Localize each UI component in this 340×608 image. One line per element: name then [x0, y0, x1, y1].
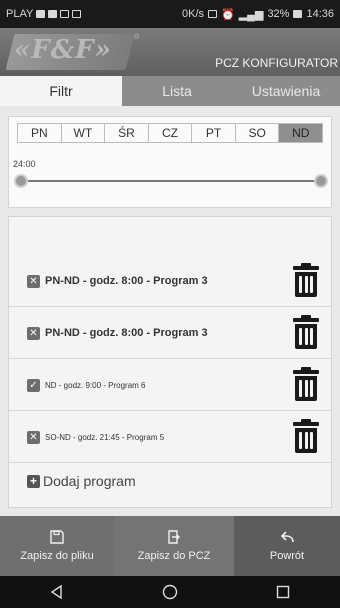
time-slider-track[interactable] — [21, 180, 321, 182]
program-row[interactable]: ✓ ND - godz. 9:00 - Program 6 — [9, 359, 331, 411]
save-to-file-button[interactable]: Zapisz do pliku — [0, 516, 114, 576]
triangle-back-icon — [50, 585, 62, 599]
trash-icon[interactable] — [293, 315, 319, 349]
trash-icon[interactable] — [293, 367, 319, 401]
floppy-disk-icon — [50, 530, 64, 544]
day-selector: PN WT ŚR CZ PT SO ND — [17, 123, 323, 143]
x-box-icon[interactable]: ✕ — [27, 431, 40, 444]
trash-icon[interactable] — [293, 419, 319, 453]
x-box-icon[interactable]: ✕ — [27, 327, 40, 340]
program-label: PN-ND - godz. 8:00 - Program 3 — [45, 275, 208, 287]
status-bar: PLAY 0K/s ⏰ ▂▄▆ 32% 14:36 — [0, 0, 340, 28]
check-box-icon[interactable]: ✓ — [27, 379, 40, 392]
time-range-label: 24:00 — [13, 159, 36, 169]
network-speed: 0K/s — [182, 8, 205, 20]
registered-mark: ® — [134, 34, 140, 41]
status-right: 0K/s ⏰ ▂▄▆ 32% 14:36 — [182, 8, 334, 21]
add-program-button[interactable]: + Dodaj program — [27, 473, 136, 489]
nav-back-button[interactable] — [37, 580, 77, 604]
day-wt[interactable]: WT — [61, 124, 106, 142]
notification-icon — [36, 10, 46, 18]
app-header: «F&F» ® PCZ KONFIGURATOR — [0, 28, 340, 76]
battery-percent: 32% — [267, 8, 290, 20]
alarm-icon: ⏰ — [221, 8, 235, 21]
battery-icon — [293, 10, 303, 18]
filter-card: PN WT ŚR CZ PT SO ND 24:00 — [8, 116, 332, 208]
program-row[interactable]: ✕ SO-ND - godz. 21:45 - Program 5 — [9, 411, 331, 463]
x-box-icon[interactable]: ✕ — [27, 275, 40, 288]
day-pn[interactable]: PN — [18, 124, 62, 142]
carrier-name: PLAY — [6, 8, 34, 20]
gallery-icon — [72, 10, 82, 18]
back-button[interactable]: Powrót — [234, 516, 340, 576]
day-pt[interactable]: PT — [192, 124, 236, 142]
tab-lista[interactable]: Lista — [122, 76, 232, 106]
square-recents-icon — [277, 585, 290, 599]
program-row[interactable]: ✕ PN-ND - godz. 8:00 - Program 3 — [9, 307, 331, 359]
save-to-pcz-label: Zapisz do PCZ — [137, 550, 211, 562]
media-icon — [48, 10, 58, 18]
app-title: PCZ KONFIGURATOR — [215, 56, 338, 70]
program-label: ND - godz. 9:00 - Program 6 — [45, 381, 146, 390]
program-list: ✕ PN-ND - godz. 8:00 - Program 3 ✕ PN-ND… — [8, 216, 332, 508]
tab-ustawienia[interactable]: Ustawienia — [232, 76, 340, 106]
day-so[interactable]: SO — [235, 124, 280, 142]
system-nav-bar — [0, 576, 340, 608]
plus-box-icon: + — [27, 474, 40, 488]
time-slider-end-handle[interactable] — [314, 174, 328, 188]
add-program-label: Dodaj program — [43, 473, 136, 489]
program-row[interactable]: ✕ PN-ND - godz. 8:00 - Program 3 — [9, 255, 331, 307]
action-bar: Zapisz do pliku Zapisz do PCZ Powrót — [0, 516, 340, 576]
tab-bar: Filtr Lista Ustawienia — [0, 76, 340, 106]
facebook-icon — [60, 10, 70, 18]
back-arrow-icon — [280, 531, 294, 543]
nfc-icon — [208, 10, 218, 18]
status-left: PLAY — [6, 8, 82, 20]
program-label: PN-ND - godz. 8:00 - Program 3 — [45, 327, 208, 339]
save-to-file-label: Zapisz do pliku — [20, 550, 94, 562]
circle-home-icon — [162, 584, 178, 600]
brand-logo: «F&F» — [14, 35, 112, 65]
clock: 14:36 — [306, 8, 334, 20]
trash-icon[interactable] — [293, 263, 319, 297]
back-label: Powrót — [269, 550, 305, 562]
export-icon — [168, 530, 180, 544]
day-nd[interactable]: ND — [279, 124, 323, 142]
save-to-pcz-button[interactable]: Zapisz do PCZ — [114, 516, 234, 576]
nav-home-button[interactable] — [150, 580, 190, 604]
day-sr[interactable]: ŚR — [105, 124, 149, 142]
program-label: SO-ND - godz. 21:45 - Program 5 — [45, 433, 165, 442]
main-content: PN WT ŚR CZ PT SO ND 24:00 ✕ PN-ND - god… — [0, 106, 340, 516]
tab-filtr[interactable]: Filtr — [0, 76, 122, 106]
signal-icon: ▂▄▆ — [238, 8, 264, 21]
day-cz[interactable]: CZ — [148, 124, 193, 142]
nav-recents-button[interactable] — [263, 580, 303, 604]
time-slider-start-handle[interactable] — [14, 174, 28, 188]
